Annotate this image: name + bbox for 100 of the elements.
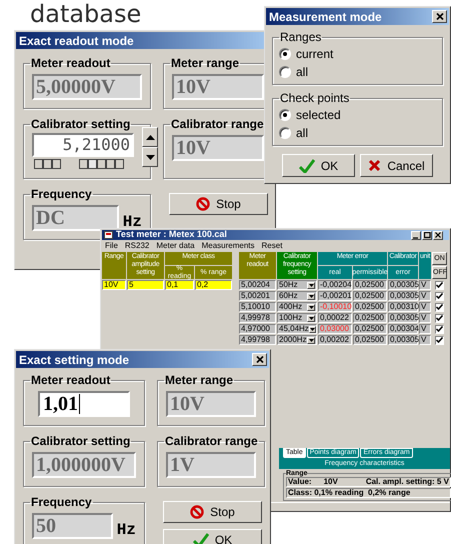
- table-cell: V: [419, 302, 431, 312]
- frequency-dropdown[interactable]: 100Hz: [277, 313, 317, 323]
- table-cell: V: [419, 280, 431, 290]
- radio-button[interactable]: [279, 127, 291, 139]
- group-label: Check points: [279, 90, 350, 107]
- menu-item[interactable]: File: [105, 241, 118, 251]
- table-cell: 0,1: [165, 280, 194, 290]
- menu-item[interactable]: Measurements: [202, 241, 255, 251]
- radio-option[interactable]: current: [279, 46, 436, 62]
- minimize-button[interactable]: [411, 230, 421, 240]
- group-label: Meter readout: [30, 55, 112, 72]
- unit-label: Hz: [116, 521, 136, 539]
- checkbox[interactable]: [435, 324, 444, 334]
- menu-item[interactable]: Meter data: [156, 241, 195, 251]
- dialog-button[interactable]: OK: [282, 154, 355, 177]
- table-cell: 0,02500: [353, 335, 387, 345]
- frequency-dropdown[interactable]: 2000Hz: [277, 335, 317, 345]
- checkbox[interactable]: [435, 314, 444, 322]
- close-button[interactable]: [433, 230, 443, 240]
- radio-button[interactable]: [279, 66, 291, 78]
- text-caret: [79, 394, 80, 414]
- down-arrow-icon: [308, 306, 314, 308]
- dialog-button[interactable]: OK: [163, 529, 262, 544]
- table-cell: 0,02500: [353, 302, 387, 312]
- frequency-dropdown[interactable]: 50Hz: [277, 280, 317, 290]
- group-label: Frequency: [30, 494, 93, 511]
- spin-down-button[interactable]: [142, 147, 158, 167]
- dropdown-button[interactable]: [307, 314, 315, 322]
- setting-text: Cal. ampl. setting: 5 V: [366, 478, 449, 486]
- radio-option[interactable]: selected: [279, 107, 436, 123]
- frequency-dropdown[interactable]: 60Hz: [277, 291, 317, 301]
- window-title: Measurement mode: [269, 8, 382, 26]
- checkbox[interactable]: [435, 302, 444, 312]
- down-arrow-icon: [308, 284, 314, 286]
- table-cell: 5,10010: [239, 302, 276, 312]
- down-arrow-icon: [308, 294, 314, 298]
- table-cell: 5,00204: [239, 280, 276, 290]
- checkbox[interactable]: [435, 292, 444, 300]
- close-icon: [434, 232, 442, 238]
- readout-field: DC: [32, 205, 119, 231]
- down-arrow-icon: [146, 154, 154, 160]
- table-cell: 0,00022: [318, 313, 352, 323]
- dialog-button[interactable]: Stop: [169, 193, 268, 215]
- close-button[interactable]: [432, 10, 447, 23]
- frequency-dropdown[interactable]: 400Hz: [277, 302, 317, 312]
- dropdown-button[interactable]: [308, 326, 316, 332]
- unit-label: Hz: [122, 213, 142, 231]
- table-cell: V: [419, 313, 431, 323]
- readout-field: 5,00000V: [32, 74, 142, 100]
- radio-button[interactable]: [279, 109, 291, 121]
- table-cell: 0,00304: [388, 324, 418, 334]
- stop-icon: [190, 505, 204, 519]
- table-cell: 0,02500: [353, 291, 387, 301]
- table-cell: 0,02500: [353, 313, 387, 323]
- maximize-icon: [424, 232, 430, 238]
- frequency-dropdown[interactable]: 45,04Hz: [277, 324, 317, 334]
- input-field[interactable]: 1,01: [38, 391, 130, 417]
- dropdown-button[interactable]: [307, 282, 315, 288]
- menu-item[interactable]: Reset: [262, 241, 282, 251]
- table-cell: 5,00201: [239, 291, 276, 301]
- radio-option[interactable]: all: [279, 64, 436, 80]
- group-label: Calibrator range: [170, 116, 265, 133]
- readout-field: 1V: [166, 452, 256, 478]
- dialog-button[interactable]: Stop: [163, 501, 262, 523]
- readout-field: 10V: [166, 391, 256, 417]
- table-cell: V: [419, 335, 431, 345]
- table-cell: V: [419, 291, 431, 301]
- table-cell: 0,00202: [318, 335, 352, 345]
- table-cell: V: [419, 324, 431, 334]
- checkbox[interactable]: [435, 280, 444, 290]
- dialog-button[interactable]: Cancel: [360, 154, 433, 177]
- readout-field: 1,000000V: [32, 452, 136, 478]
- dropdown-button[interactable]: [307, 292, 315, 300]
- stop-icon: [196, 197, 210, 211]
- readout-field: 10V: [172, 135, 264, 161]
- table-cell: 4,99798: [239, 335, 276, 345]
- checkbox[interactable]: [435, 336, 444, 344]
- spin-up-button[interactable]: [142, 127, 158, 147]
- window-title: Exact readout mode: [19, 32, 134, 50]
- table-cell: 0,00305: [388, 280, 418, 290]
- group-label: Calibrator range: [164, 433, 259, 450]
- group-label: Calibrator setting: [30, 116, 132, 133]
- menu-item[interactable]: RS232: [124, 241, 150, 251]
- table-cell: 0,02500: [353, 324, 387, 334]
- maximize-button[interactable]: [422, 230, 432, 240]
- dropdown-button[interactable]: [307, 336, 315, 344]
- dropdown-button[interactable]: [307, 304, 315, 310]
- heading-text: database: [30, 0, 142, 28]
- radio-option[interactable]: all: [279, 125, 436, 141]
- radio-button[interactable]: [279, 48, 291, 60]
- up-arrow-icon: [146, 134, 154, 140]
- table-cell: -0,10010: [318, 302, 352, 312]
- group-label: Ranges: [279, 29, 322, 46]
- group-label: Meter range: [164, 372, 234, 389]
- close-button[interactable]: [252, 353, 267, 366]
- down-arrow-icon: [308, 338, 314, 342]
- down-arrow-icon: [308, 316, 314, 320]
- group-label: Meter range: [170, 55, 240, 72]
- spin-field[interactable]: 5,21000: [32, 133, 134, 157]
- close-icon: [436, 13, 444, 20]
